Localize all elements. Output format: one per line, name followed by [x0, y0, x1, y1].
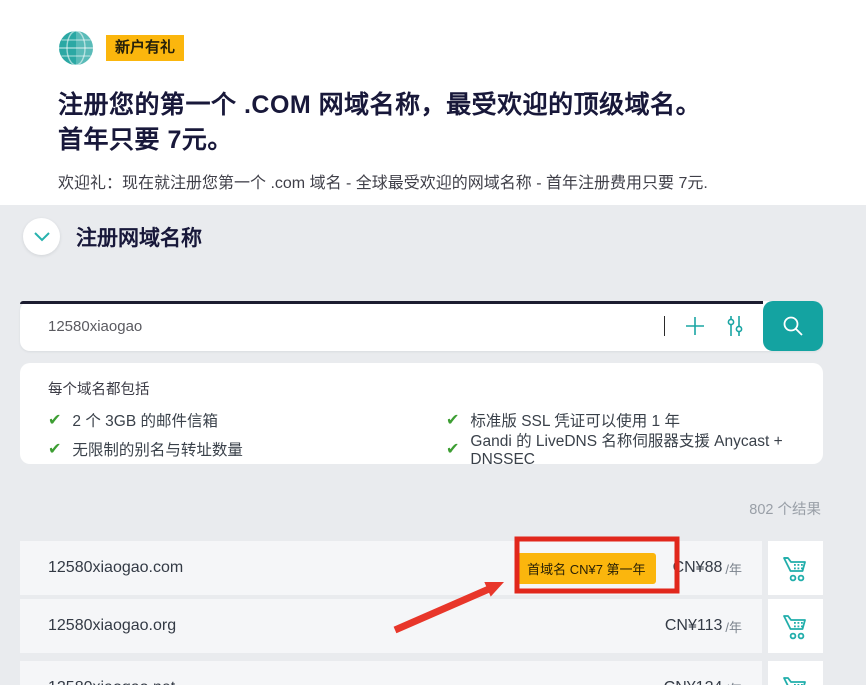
results-count: 802 个结果	[20, 498, 823, 519]
domain-search-input[interactable]	[20, 318, 664, 335]
hero-banner: 新户有礼 注册您的第一个 .COM 网域名称，最受欢迎的顶级域名。 首年只要 7…	[0, 0, 866, 205]
check-icon: ✔	[48, 439, 61, 459]
section-title: 注册网域名称	[76, 222, 202, 252]
sliders-filter-icon	[724, 315, 746, 337]
feature-item: ✔ Gandi 的 LiveDNS 名称伺服器支援 Anycast + DNSS…	[446, 438, 795, 460]
domain-name: 12580xiaogao.org	[48, 617, 665, 635]
add-to-cart-button[interactable]	[768, 661, 823, 685]
domain-name: 12580xiaogao.net	[48, 679, 664, 685]
page-title-line1: 注册您的第一个 .COM 网域名称，最受欢迎的顶级域名。	[58, 91, 701, 119]
feature-item: ✔ 无限制的别名与转址数量	[48, 438, 446, 460]
domain-search-bar	[20, 301, 823, 351]
feature-label: 标准版 SSL 凭证可以使用 1 年	[470, 409, 680, 431]
filter-options-button[interactable]	[715, 306, 755, 346]
plus-icon	[684, 315, 706, 337]
domain-row-main[interactable]: 12580xiaogao.com 首域名 CN¥7 第一年 CN¥88 /年	[20, 541, 762, 595]
cart-icon	[781, 673, 811, 685]
page-title-line2: 首年只要 7元。	[58, 126, 233, 154]
cart-icon	[781, 553, 811, 583]
page-title: 注册您的第一个 .COM 网域名称，最受欢迎的顶级域名。 首年只要 7元。	[58, 88, 846, 158]
included-features-card: 每个域名都包括 ✔ 2 个 3GB 的邮件信箱 ✔ 无限制的别名与转址数量 ✔ …	[20, 363, 823, 464]
feature-label: 无限制的别名与转址数量	[72, 438, 243, 460]
search-icon	[781, 314, 805, 338]
globe-icon	[58, 30, 94, 66]
first-year-promo-badge: 首域名 CN¥7 第一年	[517, 553, 655, 584]
domain-result-row: 12580xiaogao.net CN¥124 /年	[20, 661, 823, 685]
domain-result-row: 12580xiaogao.org CN¥113 /年	[20, 599, 823, 653]
check-icon: ✔	[48, 410, 61, 430]
search-bar-accent	[20, 301, 763, 304]
domain-price: CN¥113	[665, 617, 723, 635]
domain-price: CN¥124	[664, 679, 723, 685]
check-icon: ✔	[446, 410, 459, 430]
add-to-cart-button[interactable]	[768, 599, 823, 653]
feature-item: ✔ 2 个 3GB 的邮件信箱	[48, 409, 446, 431]
feature-item: ✔ 标准版 SSL 凭证可以使用 1 年	[446, 409, 795, 431]
domain-search-section: 注册网域名称 每个域名都包括	[0, 205, 866, 685]
domain-row-main[interactable]: 12580xiaogao.org CN¥113 /年	[20, 599, 762, 653]
price-period: /年	[725, 679, 742, 685]
text-caret	[664, 316, 665, 336]
domain-result-row: 12580xiaogao.com 首域名 CN¥7 第一年 CN¥88 /年	[20, 541, 823, 595]
feature-label: 2 个 3GB 的邮件信箱	[72, 409, 218, 431]
chevron-down-icon	[34, 232, 50, 242]
price-period: /年	[725, 559, 742, 578]
domain-results-list: 12580xiaogao.com 首域名 CN¥7 第一年 CN¥88 /年	[20, 541, 823, 685]
cart-icon	[781, 611, 811, 641]
price-period: /年	[725, 617, 742, 636]
feature-label: Gandi 的 LiveDNS 名称伺服器支援 Anycast + DNSSEC	[470, 429, 795, 469]
collapse-toggle-button[interactable]	[23, 218, 60, 255]
features-heading: 每个域名都包括	[48, 378, 795, 399]
domain-name: 12580xiaogao.com	[48, 559, 517, 577]
page-subtitle: 欢迎礼：现在就注册您第一个 .com 域名 - 全球最受欢迎的网域名称 - 首年…	[58, 169, 846, 193]
check-icon: ✔	[446, 439, 459, 459]
promo-badge: 新户有礼	[106, 35, 184, 61]
section-header: 注册网域名称	[20, 218, 823, 255]
search-button[interactable]	[763, 301, 823, 351]
domain-price: CN¥88	[673, 559, 723, 577]
add-to-cart-button[interactable]	[768, 541, 823, 595]
domain-row-main[interactable]: 12580xiaogao.net CN¥124 /年	[20, 661, 762, 685]
add-domain-button[interactable]	[675, 306, 715, 346]
